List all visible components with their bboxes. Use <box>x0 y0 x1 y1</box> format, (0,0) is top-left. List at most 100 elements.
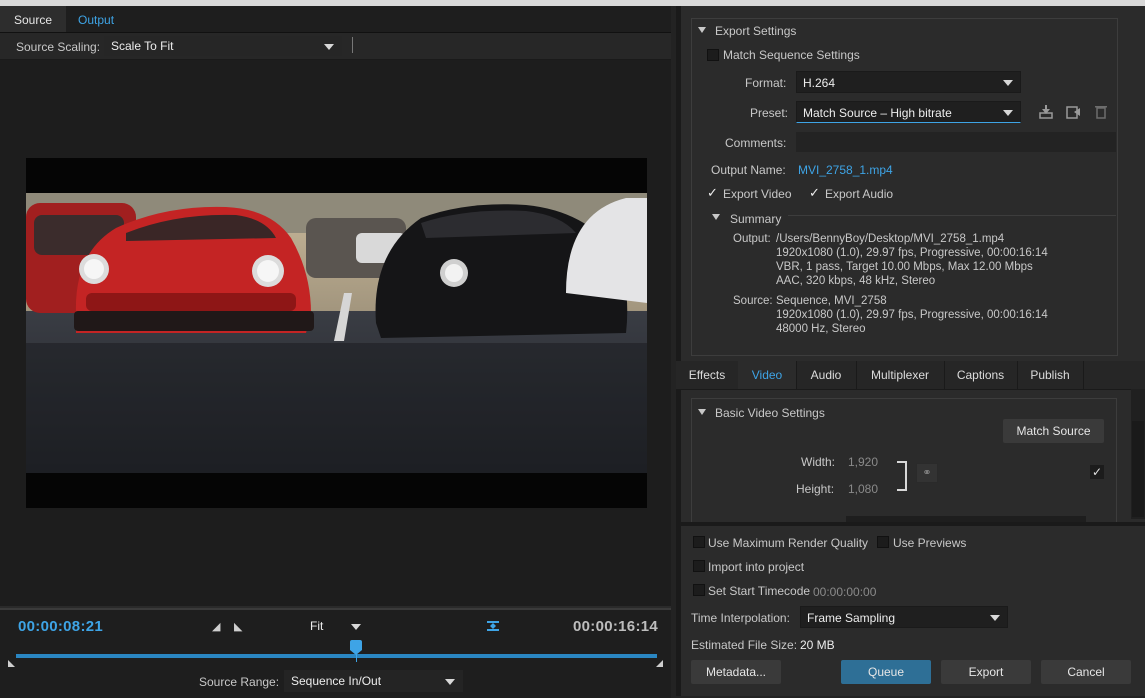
start-timecode-value[interactable]: 00:00:00:00 <box>813 585 876 599</box>
import-preset-icon[interactable] <box>1065 104 1083 120</box>
in-point-handle[interactable] <box>8 660 15 667</box>
comments-field[interactable] <box>796 132 1116 152</box>
summary-output-label: Output: <box>733 233 771 245</box>
max-render-quality-checkbox[interactable] <box>693 536 705 548</box>
format-dropdown[interactable]: H.264 <box>796 71 1021 93</box>
source-range-dropdown[interactable]: Sequence In/Out <box>284 670 463 692</box>
format-label: Format: <box>745 76 787 90</box>
export-video-checkbox[interactable]: ✓ <box>707 185 718 201</box>
basic-video-settings-title: Basic Video Settings <box>715 406 825 420</box>
video-preview-image <box>26 193 647 473</box>
summary-output-line: AAC, 320 kbps, 48 kHz, Stereo <box>776 275 936 287</box>
source-scaling-bar: Source Scaling: Scale To Fit <box>0 33 671 60</box>
export-video-label: Export Video <box>723 187 792 201</box>
tab-multiplexer[interactable]: Multiplexer <box>856 361 945 389</box>
delete-preset-icon[interactable] <box>1094 104 1108 120</box>
tab-publish[interactable]: Publish <box>1017 361 1084 389</box>
width-value[interactable]: 1,920 <box>848 455 878 469</box>
chevron-down-icon <box>1003 110 1013 116</box>
source-range-value: Sequence In/Out <box>291 674 382 688</box>
source-range-label: Source Range: <box>199 675 280 689</box>
scrollbar-thumb[interactable] <box>1132 421 1144 517</box>
current-timecode[interactable]: 00:00:08:21 <box>18 618 103 635</box>
tab-captions[interactable]: Captions <box>944 361 1018 389</box>
collapse-triangle-icon[interactable] <box>712 214 720 220</box>
tab-source[interactable]: Source <box>0 6 67 32</box>
export-audio-checkbox[interactable]: ✓ <box>809 185 820 201</box>
zoom-value: Fit <box>310 619 324 633</box>
chevron-down-icon <box>324 44 334 50</box>
link-bracket <box>897 461 907 491</box>
source-scaling-label: Source Scaling: <box>16 40 101 54</box>
preview-tabs: Source Output <box>0 6 671 33</box>
summary-title: Summary <box>730 212 782 226</box>
tab-output[interactable]: Output <box>64 6 128 32</box>
comments-label: Comments: <box>725 136 787 150</box>
height-value[interactable]: 1,080 <box>848 482 878 496</box>
cancel-button[interactable]: Cancel <box>1041 660 1131 684</box>
estimated-file-size-value: 20 MB <box>800 638 835 652</box>
output-name-link[interactable]: MVI_2758_1.mp4 <box>798 163 893 177</box>
queue-button[interactable]: Queue <box>841 660 931 684</box>
timeline-track[interactable] <box>16 654 657 658</box>
settings-tabs: Effects Video Audio Multiplexer Captions… <box>676 361 1145 390</box>
source-scaling-dropdown[interactable]: Scale To Fit <box>104 36 342 56</box>
time-interpolation-dropdown[interactable]: Frame Sampling <box>800 606 1008 628</box>
mark-out-icon[interactable]: ◣ <box>234 620 242 633</box>
summary-source-line: Sequence, MVI_2758 <box>776 295 887 307</box>
divider <box>788 215 1116 216</box>
summary-output-line: VBR, 1 pass, Target 10.00 Mbps, Max 12.0… <box>776 261 1033 273</box>
preset-label: Preset: <box>750 106 789 120</box>
set-start-timecode-checkbox[interactable] <box>693 584 705 596</box>
zoom-dropdown[interactable]: Fit <box>303 616 369 636</box>
use-previews-label: Use Previews <box>893 536 967 550</box>
format-value: H.264 <box>803 76 836 90</box>
fit-to-range-icon[interactable] <box>485 618 501 634</box>
export-settings-title: Export Settings <box>715 24 797 38</box>
preset-dropdown[interactable]: Match Source – High bitrate <box>796 101 1021 123</box>
divider <box>676 522 1145 526</box>
chevron-down-icon <box>990 615 1000 621</box>
divider <box>352 37 353 53</box>
estimated-file-size-label: Estimated File Size: <box>691 638 798 652</box>
match-sequence-checkbox[interactable] <box>707 49 719 61</box>
height-label: Height: <box>796 482 835 496</box>
preset-value: Match Source – High bitrate <box>803 106 952 120</box>
export-audio-label: Export Audio <box>825 187 894 201</box>
chevron-down-icon <box>445 679 455 685</box>
tab-effects[interactable]: Effects <box>676 361 739 389</box>
summary-output-line: 1920x1080 (1.0), 29.97 fps, Progressive,… <box>776 247 1048 259</box>
playhead-line <box>355 654 357 662</box>
collapse-triangle-icon[interactable] <box>698 27 706 33</box>
save-preset-icon[interactable] <box>1038 104 1054 120</box>
match-sequence-label: Match Sequence Settings <box>723 48 860 62</box>
import-into-project-label: Import into project <box>708 560 805 574</box>
tab-audio[interactable]: Audio <box>796 361 857 389</box>
mark-in-icon[interactable]: ◢ <box>212 620 220 633</box>
collapse-triangle-icon[interactable] <box>698 409 706 415</box>
match-source-button[interactable]: Match Source <box>1003 419 1104 443</box>
summary-source-label: Source: <box>733 295 773 307</box>
max-render-quality-label: Use Maximum Render Quality <box>708 536 869 550</box>
chevron-down-icon <box>1003 80 1013 86</box>
export-button[interactable]: Export <box>941 660 1031 684</box>
summary-output-line: /Users/BennyBoy/Desktop/MVI_2758_1.mp4 <box>776 233 1005 245</box>
import-into-project-checkbox[interactable] <box>693 560 705 572</box>
chevron-down-icon <box>351 624 361 630</box>
metadata-button[interactable]: Metadata... <box>691 660 781 684</box>
summary-source-details: Sequence, MVI_2758 1920x1080 (1.0), 29.9… <box>776 294 1048 336</box>
link-chain-icon[interactable]: ⚭ <box>916 463 938 483</box>
source-scaling-value: Scale To Fit <box>111 39 174 53</box>
output-name-label: Output Name: <box>711 163 786 177</box>
summary-source-line: 1920x1080 (1.0), 29.97 fps, Progressive,… <box>776 309 1048 321</box>
tab-video[interactable]: Video <box>738 361 797 389</box>
width-label: Width: <box>801 455 836 469</box>
summary-output-details: /Users/BennyBoy/Desktop/MVI_2758_1.mp4 1… <box>776 232 1048 288</box>
scrollbar[interactable] <box>1131 389 1145 519</box>
time-interpolation-value: Frame Sampling <box>807 611 896 625</box>
match-source-dimension-checkbox[interactable]: ✓ <box>1090 465 1104 479</box>
use-previews-checkbox[interactable] <box>877 536 889 548</box>
total-duration: 00:00:16:14 <box>573 618 659 635</box>
time-interpolation-label: Time Interpolation: <box>691 611 790 625</box>
out-point-handle[interactable] <box>656 660 663 667</box>
